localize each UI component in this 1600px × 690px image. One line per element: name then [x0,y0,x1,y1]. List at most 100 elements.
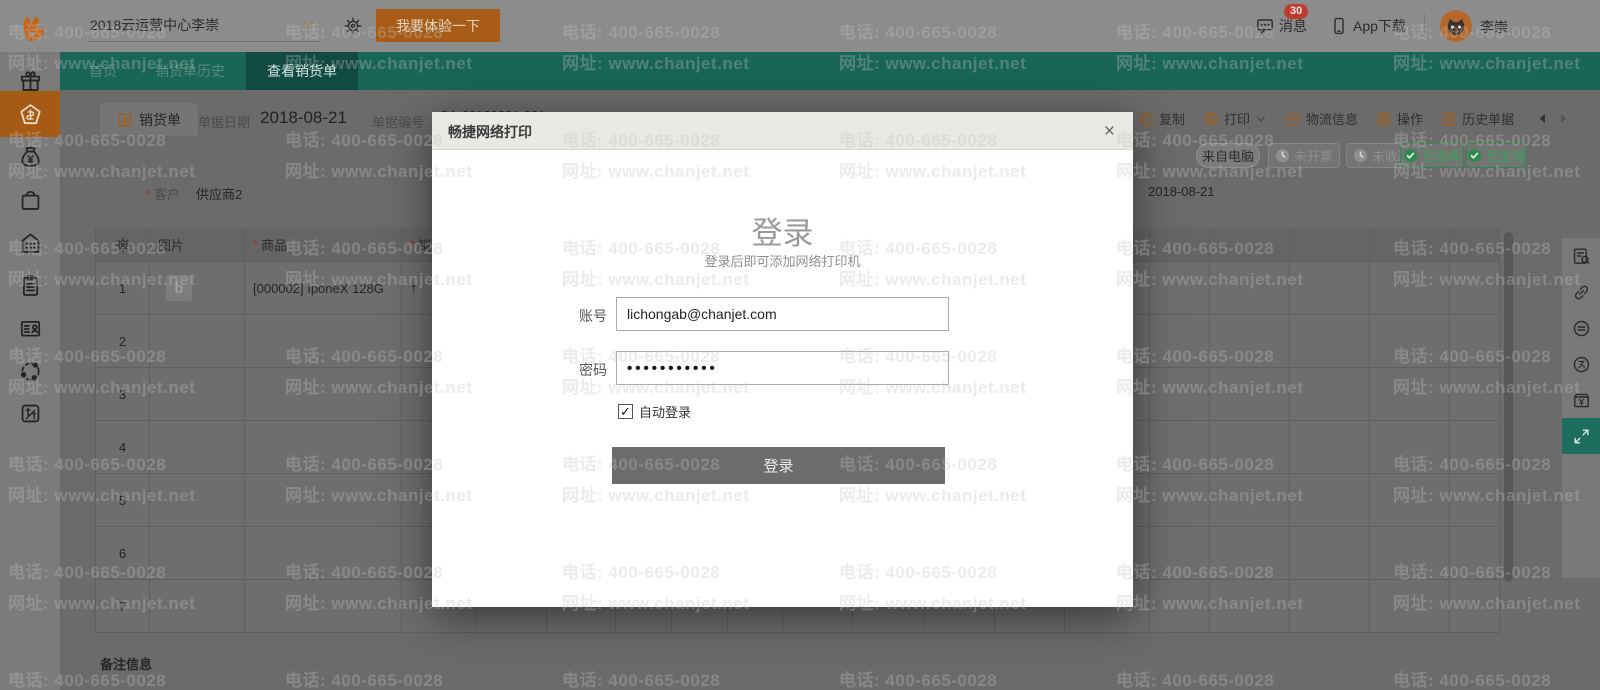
table-cell[interactable]: b [150,262,245,315]
table-cell[interactable] [1450,368,1500,421]
table-cell[interactable] [1210,421,1290,474]
table-cell[interactable] [150,474,245,527]
table-cell[interactable] [1150,474,1210,527]
table-cell[interactable] [1370,421,1450,474]
sidebar-item-warehouse[interactable] [0,220,60,264]
sidebar-item-network[interactable] [0,349,60,393]
sidebar-item-contacts[interactable] [0,306,60,350]
table-cell[interactable] [150,580,245,633]
table-cell[interactable] [150,368,245,421]
org-selector[interactable]: 2018云运营中心李崇 [90,15,219,35]
rail-owed[interactable] [1562,346,1600,382]
tab-home[interactable]: 首页 [70,52,136,90]
table-cell[interactable] [1370,315,1450,368]
table-cell[interactable] [1370,474,1450,527]
vertical-scrollbar[interactable] [1504,232,1513,582]
customer-value[interactable]: 供应商2 [196,184,242,203]
table-cell[interactable] [1370,262,1450,315]
sidebar-item-new-doc[interactable] [0,391,60,435]
table-cell[interactable]: 3 [95,368,150,421]
table-cell[interactable] [150,421,245,474]
table-cell[interactable]: [000002] IponeX 128G [245,262,402,315]
table-cell[interactable]: 5 [95,474,150,527]
table-cell[interactable] [1290,474,1370,527]
caret-left-icon[interactable] [1536,112,1549,125]
account-input[interactable] [616,297,949,331]
actions-button[interactable]: 操作 [1376,109,1423,128]
table-cell[interactable] [245,368,402,421]
table-cell[interactable]: 4 [95,421,150,474]
table-cell[interactable] [1150,580,1210,633]
password-input[interactable] [616,351,949,385]
experience-button[interactable]: 我要体验一下 [376,9,500,42]
table-cell[interactable] [1210,580,1290,633]
table-cell[interactable] [1150,315,1210,368]
rail-expand[interactable] [1562,418,1600,454]
date-value[interactable]: 2018-08-21 [260,108,347,128]
table-cell[interactable] [245,474,402,527]
username[interactable]: 李崇 [1480,17,1508,37]
tab-view-sales-order[interactable]: 查看销货单 [246,52,358,90]
table-cell[interactable] [1290,580,1370,633]
table-cell[interactable] [150,315,245,368]
table-cell[interactable] [245,421,402,474]
history-button[interactable]: 历史单据 [1441,109,1514,128]
auto-login-checkbox-row[interactable]: ✓ 自动登录 [618,402,691,421]
print-button[interactable]: 打印 [1203,109,1267,128]
chevron-down-icon[interactable] [300,17,316,33]
table-cell[interactable] [1150,368,1210,421]
sidebar-item-money[interactable] [0,134,60,178]
table-cell[interactable]: 6 [95,527,150,580]
copy-button[interactable]: 复制 [1138,109,1185,128]
table-cell[interactable] [1210,474,1290,527]
table-cell[interactable] [1210,262,1290,315]
column-settings-cell[interactable] [95,228,150,262]
table-cell[interactable]: 7 [95,580,150,633]
table-cell[interactable]: 2 [95,315,150,368]
app-download-button[interactable]: App下载 [1330,16,1406,36]
avatar[interactable] [1440,10,1472,42]
table-cell[interactable] [1290,262,1370,315]
rail-cash-box[interactable] [1562,382,1600,418]
table-cell[interactable] [1150,421,1210,474]
sidebar-item-purchase[interactable] [0,177,60,221]
table-cell[interactable] [1290,527,1370,580]
table-cell[interactable] [1370,368,1450,421]
tab-sales-history[interactable]: 销货单历史 [140,52,240,90]
table-cell[interactable] [1370,580,1450,633]
table-cell[interactable] [245,527,402,580]
table-cell[interactable] [1210,527,1290,580]
messages-button[interactable]: 消息 [1256,16,1307,36]
table-cell[interactable] [245,580,402,633]
table-cell[interactable] [245,315,402,368]
table-cell[interactable] [1450,315,1500,368]
table-cell[interactable] [1210,315,1290,368]
table-cell[interactable] [1290,315,1370,368]
table-cell[interactable] [1290,368,1370,421]
login-button[interactable]: 登录 [612,447,945,484]
table-cell[interactable] [1450,421,1500,474]
table-cell[interactable] [1370,527,1450,580]
table-cell[interactable] [1150,262,1210,315]
rail-link[interactable] [1562,274,1600,310]
table-cell[interactable] [1290,421,1370,474]
rail-balance[interactable] [1562,310,1600,346]
table-cell[interactable]: 1 [95,262,150,315]
close-icon[interactable]: × [1098,119,1121,145]
sidebar-item-inventory[interactable] [0,263,60,307]
column-header [1450,228,1500,262]
table-cell[interactable] [1450,527,1500,580]
table-cell[interactable] [1450,262,1500,315]
doc-type-tab[interactable]: 销货单 [100,103,198,136]
sidebar-item-sales[interactable] [0,91,60,137]
logistics-button[interactable]: 物流信息 [1285,109,1358,128]
table-cell[interactable] [1210,368,1290,421]
table-cell[interactable] [1450,474,1500,527]
rail-doc-search[interactable] [1562,238,1600,274]
table-cell[interactable] [150,527,245,580]
caret-right-icon[interactable] [1557,112,1570,125]
gear-icon[interactable] [344,17,362,35]
table-cell[interactable] [1150,527,1210,580]
table-cell[interactable] [1450,580,1500,633]
checkbox-checked-icon[interactable]: ✓ [618,404,633,419]
